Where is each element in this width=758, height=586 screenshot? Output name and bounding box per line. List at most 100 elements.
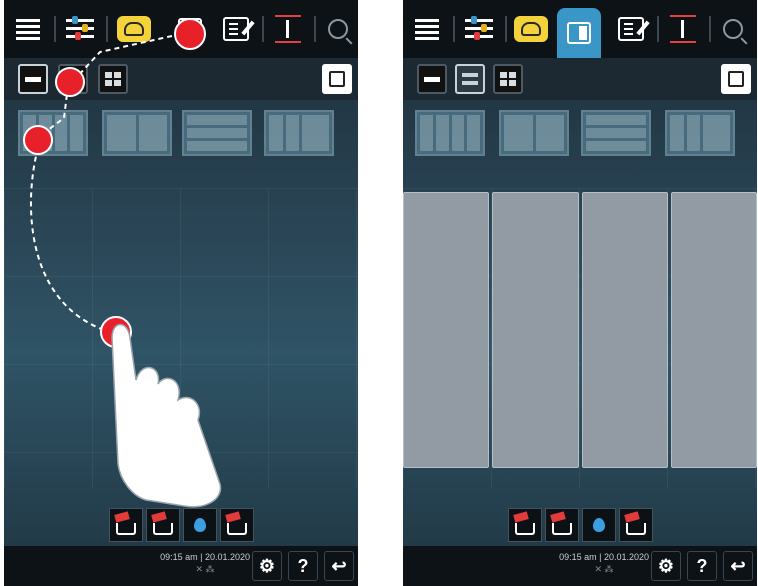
gear-icon: ⚙ <box>258 555 276 576</box>
menu-button[interactable] <box>6 8 50 50</box>
layout-thumbnails <box>4 100 358 180</box>
menu-button[interactable] <box>405 8 449 50</box>
four-columns-thumbnail[interactable] <box>18 110 88 156</box>
time-text: 09:15 am <box>559 552 597 562</box>
settings-gear-button[interactable]: ⚙ <box>252 551 282 581</box>
program-bar <box>403 508 757 544</box>
back-button[interactable]: ↩ <box>723 551 753 581</box>
layout-icon <box>178 18 202 40</box>
cooking-zone[interactable] <box>581 192 668 468</box>
clock: 09:15 am | 20.01.2020 ✕ ⁂ <box>559 552 649 574</box>
cooking-zone[interactable] <box>403 192 490 468</box>
quad-layout-icon <box>500 72 516 86</box>
menu-icon <box>16 16 40 43</box>
single-layout-button[interactable] <box>18 64 48 94</box>
date-text: 20.01.2020 <box>603 552 649 562</box>
four-columns-thumbnail[interactable] <box>415 110 485 156</box>
toolbar-divider <box>505 16 507 42</box>
settings-gear-button[interactable]: ⚙ <box>651 551 681 581</box>
search-button[interactable] <box>711 8 755 50</box>
two-columns-thumbnail[interactable] <box>499 110 569 156</box>
steam-icon <box>623 511 640 523</box>
quad-layout-button[interactable] <box>98 64 128 94</box>
water-drop-icon <box>193 518 206 532</box>
back-button[interactable]: ↩ <box>324 551 354 581</box>
steam-button[interactable] <box>618 508 653 542</box>
quad-layout-icon <box>105 72 121 86</box>
top-toolbar <box>403 0 757 58</box>
steam-button[interactable] <box>219 508 254 542</box>
auto-tray-icon <box>113 511 130 523</box>
three-rows-thumbnail[interactable] <box>182 110 252 156</box>
chef-hat-icon <box>117 16 151 42</box>
single-layout-icon <box>424 76 440 82</box>
edit-icon <box>223 17 249 41</box>
water-drop-button[interactable] <box>581 508 616 542</box>
help-label: ? <box>297 555 309 576</box>
tray-icon <box>150 511 167 523</box>
updown-icon <box>275 15 301 43</box>
search-icon <box>723 19 743 39</box>
two-row-layout-button[interactable] <box>455 64 485 94</box>
updown-icon <box>670 15 696 43</box>
network-icon: ✕ ⁂ <box>195 564 215 574</box>
layout-edit-button[interactable] <box>322 64 352 94</box>
help-button[interactable]: ? <box>288 551 318 581</box>
toolbar-divider <box>106 16 108 42</box>
help-button[interactable]: ? <box>687 551 717 581</box>
top-toolbar <box>4 0 358 58</box>
two-columns-thumbnail[interactable] <box>102 110 172 156</box>
cooking-button[interactable] <box>112 8 156 50</box>
edit-icon <box>329 71 345 87</box>
layout-thumbnails <box>403 100 757 180</box>
tray-button[interactable] <box>145 508 180 542</box>
sort-button[interactable] <box>266 8 310 50</box>
edit-button[interactable] <box>609 8 653 50</box>
layout-selector-bar <box>403 58 757 100</box>
two-row-layout-button[interactable] <box>58 64 88 94</box>
status-bar: 09:15 am | 20.01.2020 ✕ ⁂ ⚙ ? ↩ <box>403 546 757 586</box>
cooking-zone[interactable] <box>492 192 579 468</box>
cooking-zones <box>403 192 757 468</box>
layout-tab-active[interactable] <box>557 8 601 58</box>
two-row-layout-icon <box>462 73 478 85</box>
cooking-area[interactable] <box>4 188 358 488</box>
layout-selector-bar <box>4 58 358 100</box>
back-arrow-icon: ↩ <box>331 555 347 576</box>
date-text: 20.01.2020 <box>204 552 250 562</box>
toolbar-divider <box>262 16 264 42</box>
auto-tray-button[interactable] <box>108 508 143 542</box>
settings-button[interactable] <box>457 8 501 50</box>
edit-button[interactable] <box>214 8 258 50</box>
auto-tray-icon <box>512 511 529 523</box>
water-drop-button[interactable] <box>182 508 217 542</box>
sort-button[interactable] <box>661 8 705 50</box>
toolbar-divider <box>453 16 455 42</box>
three-split-thumbnail[interactable] <box>264 110 334 156</box>
water-drop-icon <box>592 518 605 532</box>
right-screen: 09:15 am | 20.01.2020 ✕ ⁂ ⚙ ? ↩ <box>403 0 757 586</box>
cooking-zone[interactable] <box>670 192 757 468</box>
menu-icon <box>415 16 439 43</box>
quad-layout-button[interactable] <box>493 64 523 94</box>
status-bar: 09:15 am | 20.01.2020 ✕ ⁂ ⚙ ? ↩ <box>4 546 358 586</box>
tray-button[interactable] <box>544 508 579 542</box>
toolbar-divider <box>657 16 659 42</box>
search-icon <box>328 19 348 39</box>
gear-icon: ⚙ <box>657 555 675 576</box>
layout-icon <box>567 22 591 44</box>
auto-tray-button[interactable] <box>507 508 542 542</box>
cooking-button[interactable] <box>509 8 553 50</box>
single-layout-button[interactable] <box>417 64 447 94</box>
chef-hat-icon <box>514 16 548 42</box>
layout-tab[interactable] <box>168 8 212 50</box>
sliders-icon <box>66 16 94 42</box>
edit-icon <box>618 17 644 41</box>
two-row-layout-icon <box>65 73 81 85</box>
three-split-thumbnail[interactable] <box>665 110 735 156</box>
three-rows-thumbnail[interactable] <box>581 110 651 156</box>
layout-edit-button[interactable] <box>721 64 751 94</box>
search-button[interactable] <box>316 8 358 50</box>
settings-button[interactable] <box>58 8 102 50</box>
help-label: ? <box>696 555 708 576</box>
